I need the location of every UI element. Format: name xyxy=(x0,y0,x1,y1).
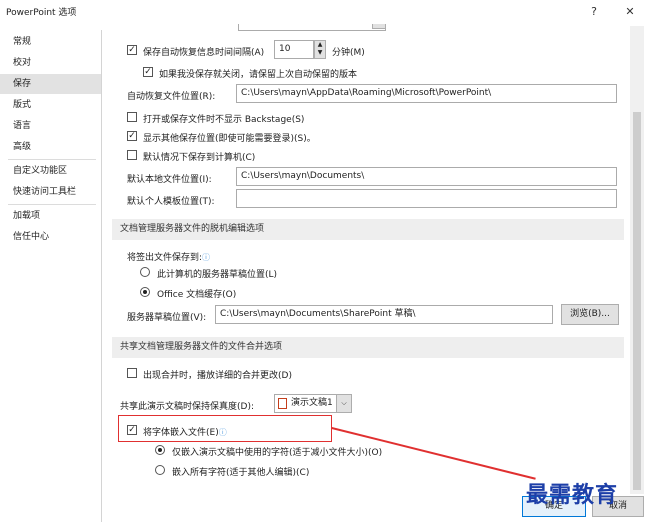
drafts-location-label: 服务器草稿位置(V): xyxy=(127,313,207,323)
checkout-label: 将签出文件保存到:ⓘ xyxy=(127,253,211,263)
autorecover-label: 保存自动恢复信息时间间隔(A) xyxy=(143,48,265,58)
vertical-scrollbar[interactable] xyxy=(630,26,644,494)
embed-used-label: 仅嵌入演示文稿中使用的字符(适于减小文件大小)(O) xyxy=(172,448,383,458)
local-location-input[interactable]: C:\Users\mayn\Documents\ xyxy=(236,167,617,186)
sidebar-item-general[interactable]: 常规 xyxy=(0,32,101,52)
cutoff-dropdown[interactable] xyxy=(238,24,386,31)
local-location-label: 默认本地文件位置(I): xyxy=(127,175,212,185)
sidebar-item-language[interactable]: 语言 xyxy=(0,116,101,136)
office-cache-radio[interactable] xyxy=(140,287,150,297)
embed-used-radio[interactable] xyxy=(155,445,165,455)
sidebar-item-customize-ribbon[interactable]: 自定义功能区 xyxy=(0,161,101,181)
sidebar-item-trust-center[interactable]: 信任中心 xyxy=(0,227,101,247)
sidebar: 常规 校对 保存 版式 语言 高级 自定义功能区 快速访问工具栏 加载项 信任中… xyxy=(0,30,102,522)
server-drafts-radio[interactable] xyxy=(140,267,150,277)
minutes-label: 分钟(M) xyxy=(332,48,365,58)
keep-last-version-checkbox[interactable]: ✓ xyxy=(143,67,153,77)
show-other-locations-checkbox[interactable]: ✓ xyxy=(127,131,137,141)
embed-all-radio[interactable] xyxy=(155,465,165,475)
template-location-label: 默认个人模板位置(T): xyxy=(127,197,215,207)
sidebar-divider xyxy=(8,204,96,205)
sidebar-item-layout[interactable]: 版式 xyxy=(0,95,101,115)
autorecover-location-label: 自动恢复文件位置(R): xyxy=(127,92,216,102)
fidelity-label: 共享此演示文稿时保持保真度(D): xyxy=(120,402,254,412)
embed-all-label: 嵌入所有字符(适于其他人编辑)(C) xyxy=(172,468,310,478)
title-bar: PowerPoint 选项 ? ✕ xyxy=(0,0,649,24)
chevron-down-icon[interactable]: ⌵ xyxy=(336,394,352,413)
template-location-input[interactable] xyxy=(236,189,617,208)
cutoff-dropdown-button[interactable] xyxy=(372,24,386,29)
drafts-location-input[interactable]: C:\Users\mayn\Documents\SharePoint 草稿\ xyxy=(215,305,553,324)
scrollbar-thumb[interactable] xyxy=(633,112,641,490)
keep-last-version-label: 如果我没保存就关闭，请保留上次自动保留的版本 xyxy=(159,70,358,80)
fidelity-document-value: 演示文稿1 xyxy=(291,398,333,408)
autorecover-location-input[interactable]: C:\Users\mayn\AppData\Roaming\Microsoft\… xyxy=(236,84,617,103)
sidebar-item-quick-access[interactable]: 快速访问工具栏 xyxy=(0,182,101,202)
no-backstage-label: 打开或保存文件时不显示 Backstage(S) xyxy=(143,115,305,125)
server-drafts-label: 此计算机的服务器草稿位置(L) xyxy=(157,270,278,280)
presentation-file-icon xyxy=(278,398,287,409)
sidebar-item-proofing[interactable]: 校对 xyxy=(0,53,101,73)
highlight-box xyxy=(118,415,332,442)
default-computer-checkbox[interactable] xyxy=(127,150,137,160)
offline-section-header: 文档管理服务器文件的脱机编辑选项 xyxy=(112,219,624,240)
sidebar-divider xyxy=(8,159,96,160)
sidebar-item-advanced[interactable]: 高级 xyxy=(0,137,101,157)
default-computer-label: 默认情况下保存到计算机(C) xyxy=(143,153,256,163)
autorecover-minutes-input[interactable]: 10 xyxy=(274,40,314,59)
office-cache-label: Office 文档缓存(O) xyxy=(157,290,237,300)
show-other-locations-label: 显示其他保存位置(即使可能需要登录)(S)。 xyxy=(143,134,316,144)
minutes-spinner[interactable]: ▲ ▼ xyxy=(314,40,326,59)
info-icon: ⓘ xyxy=(202,253,211,262)
no-backstage-checkbox[interactable] xyxy=(127,112,137,122)
help-button[interactable]: ? xyxy=(583,3,605,21)
browse-button[interactable]: 浏览(B)... xyxy=(561,304,619,325)
merge-detail-label: 出现合并时，播放详细的合并更改(D) xyxy=(143,371,292,381)
close-button[interactable]: ✕ xyxy=(619,3,641,21)
watermark-text: 最需教育 xyxy=(526,482,619,508)
merge-section-header: 共享文档管理服务器文件的文件合并选项 xyxy=(112,337,624,358)
merge-detail-checkbox[interactable] xyxy=(127,368,137,378)
window-title: PowerPoint 选项 xyxy=(6,8,77,18)
sidebar-item-addins[interactable]: 加载项 xyxy=(0,206,101,226)
autorecover-checkbox[interactable]: ✓ xyxy=(127,45,137,55)
sidebar-item-save[interactable]: 保存 xyxy=(0,74,101,94)
